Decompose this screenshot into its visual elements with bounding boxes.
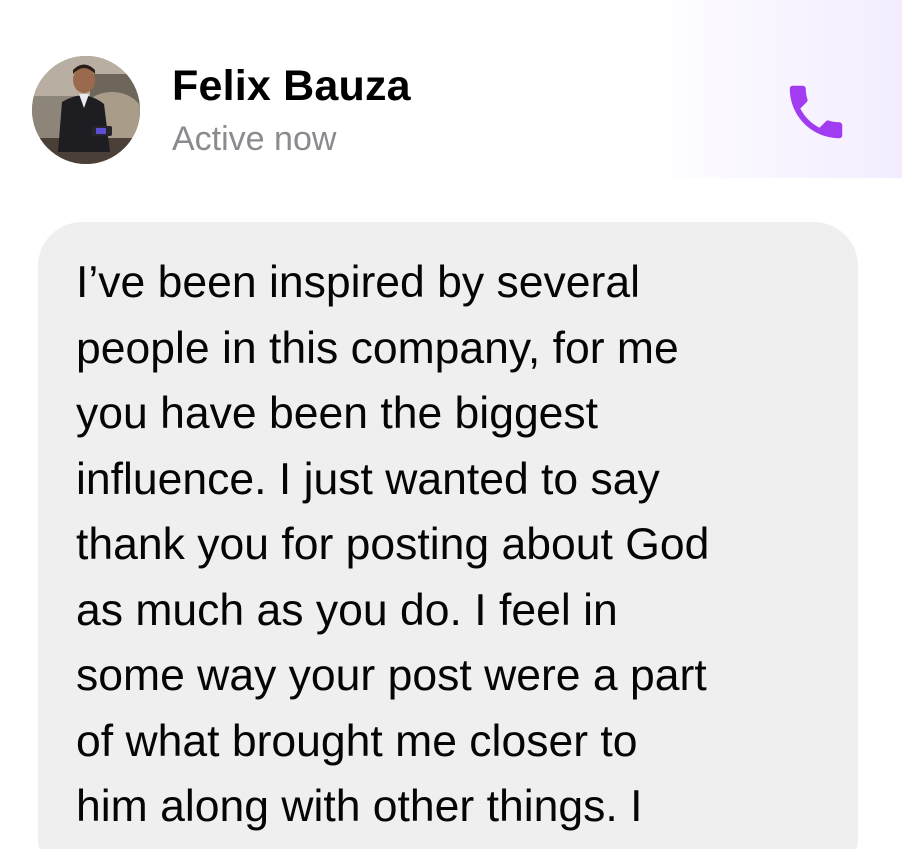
contact-status: Active now [172, 120, 337, 158]
contact-name: Felix Bauza [172, 62, 411, 110]
message-text: I’ve been inspired by several people in … [76, 258, 710, 831]
contact-avatar[interactable] [32, 56, 140, 164]
audio-call-button[interactable] [778, 74, 854, 150]
avatar-photo-icon [32, 56, 140, 164]
conversation-header: Felix Bauza Active now [0, 0, 902, 178]
message-bubble[interactable]: I’ve been inspired by several people in … [38, 222, 858, 849]
phone-icon [789, 85, 843, 139]
